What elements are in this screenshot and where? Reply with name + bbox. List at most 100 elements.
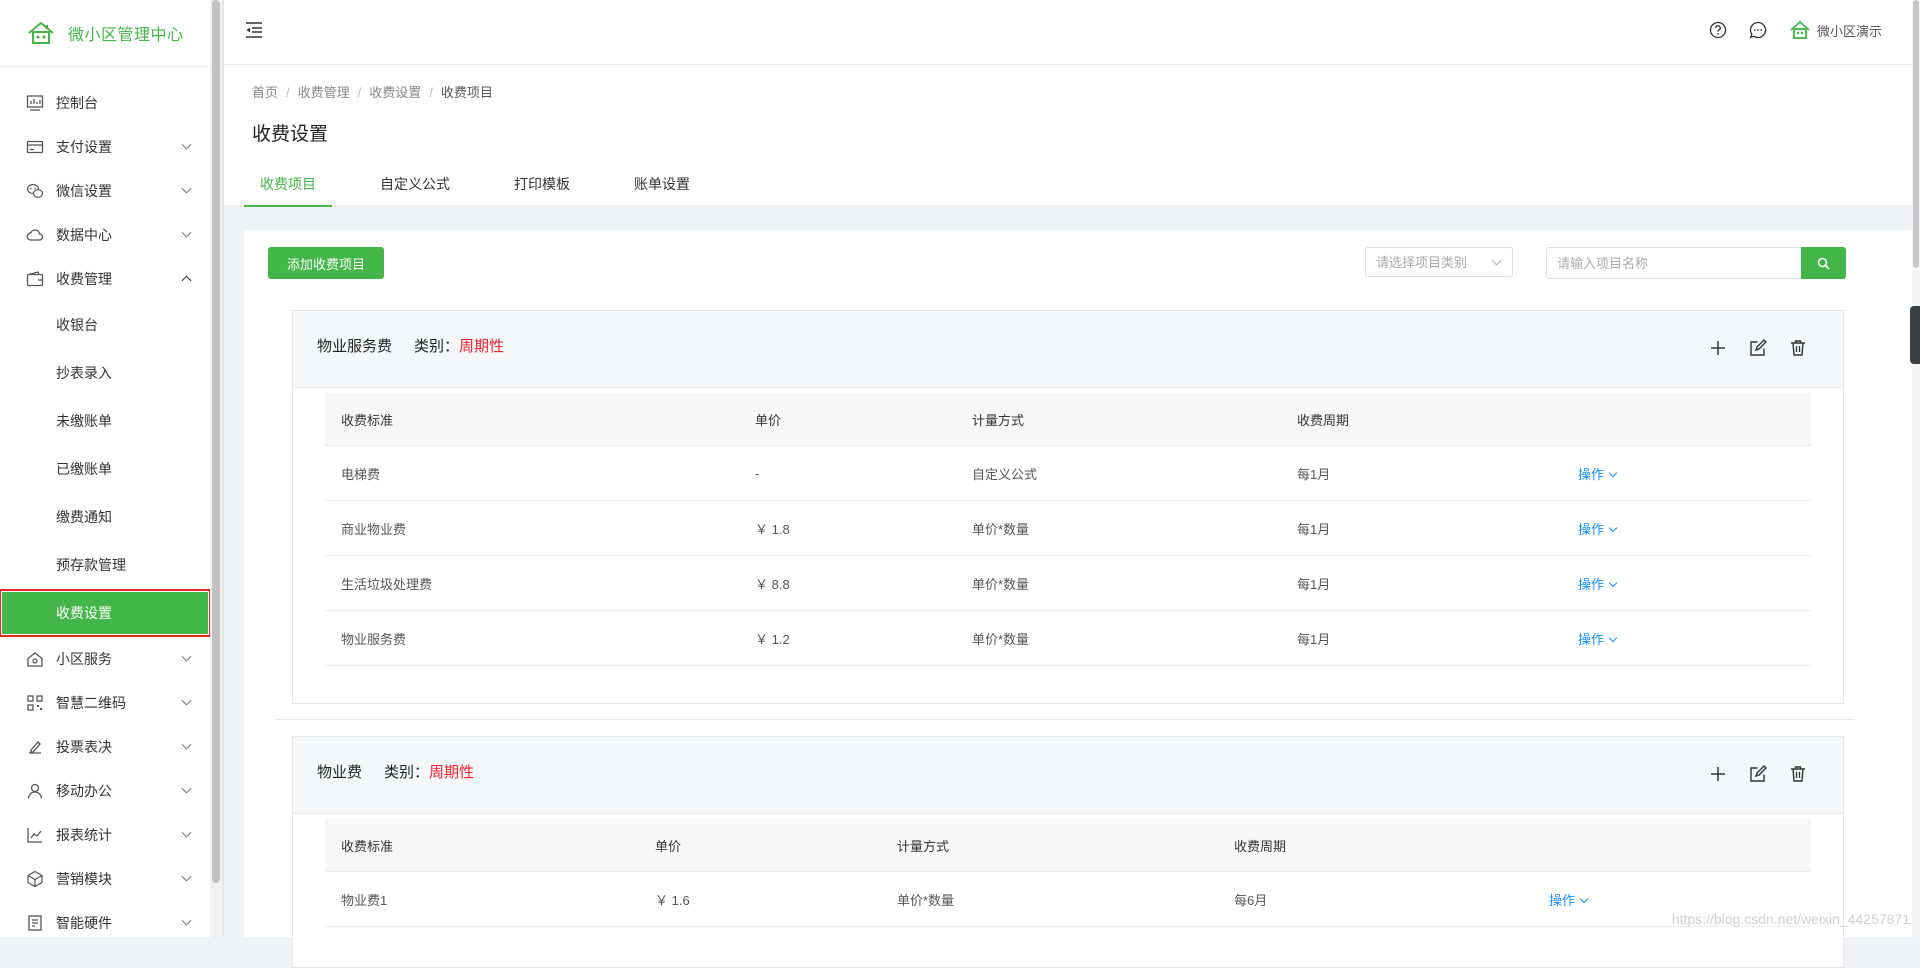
tab-print-template[interactable]: 打印模板 (498, 173, 586, 205)
sidebar-item-community-service[interactable]: 小区服务 (0, 637, 210, 681)
sidebar-menu: 控制台 支付设置 微信设置 数据中心 收费管理 收银台 抄表录入 未缴账单 已缴… (0, 81, 210, 937)
row-actions: 操作 (1562, 464, 1802, 483)
logo[interactable]: 微小区管理中心 (0, 0, 210, 67)
tab-bill-settings[interactable]: 账单设置 (618, 173, 706, 205)
sidebar-item-marketing[interactable]: 营销模块 (0, 857, 210, 901)
table-header-row: 收费标准 单价 计量方式 收费周期 (325, 819, 1811, 872)
scrollbar-thumb[interactable] (212, 0, 220, 883)
page-scrollbar[interactable] (1912, 0, 1920, 937)
submenu-item-payment-notice[interactable]: 缴费通知 (0, 493, 210, 541)
help-icon[interactable] (1709, 21, 1727, 39)
tab-fee-items[interactable]: 收费项目 (244, 173, 332, 207)
add-fee-item-button[interactable]: 添加收费项目 (268, 247, 384, 279)
cell-cycle: 每6月 (1234, 892, 1268, 908)
cloud-icon (26, 226, 44, 244)
fee-group-name: 物业服务费 (317, 338, 393, 355)
fee-group: 物业服务费 类别：周期性 收费标准 单价 计量方式 收费周期 电梯费 - 自定义公… (292, 310, 1844, 704)
sidebar-item-mobile-office[interactable]: 移动办公 (0, 769, 210, 813)
edit-icon[interactable] (1749, 765, 1767, 783)
cell-cycle: 每1月 (1297, 576, 1331, 592)
chevron-down-icon (181, 183, 192, 194)
cell-method: 自定义公式 (972, 466, 1038, 482)
operation-dropdown[interactable]: 操作 (1549, 893, 1589, 908)
operation-dropdown[interactable]: 操作 (1578, 631, 1618, 647)
sidebar: 微小区管理中心 控制台 支付设置 微信设置 数据中心 收费管理 收银台 抄表录入… (0, 0, 210, 937)
search-button[interactable] (1801, 247, 1846, 279)
operation-label: 操作 (1578, 576, 1605, 592)
sidebar-item-label: 投票表决 (56, 739, 112, 755)
fee-group-title: 物业服务费 类别：周期性 (317, 335, 504, 356)
cell-price: ￥ 8.8 (755, 576, 790, 592)
sidebar-item-payment-settings[interactable]: 支付设置 (0, 125, 210, 169)
operation-dropdown[interactable]: 操作 (1578, 576, 1618, 592)
submenu-item-cashier[interactable]: 收银台 (0, 301, 210, 349)
sidebar-item-label: 智慧二维码 (56, 695, 126, 711)
operation-label: 操作 (1578, 631, 1605, 647)
chevron-down-icon (181, 827, 192, 838)
breadcrumb-billing-settings[interactable]: 收费设置 (369, 85, 421, 100)
fee-group-name: 物业费 (317, 764, 363, 781)
submenu-item-paid-bills[interactable]: 已缴账单 (0, 445, 210, 493)
sidebar-item-dashboard[interactable]: 控制台 (0, 81, 210, 125)
column-header: 单价 (755, 412, 782, 428)
device-icon (26, 914, 44, 932)
cell-method: 单价*数量 (972, 576, 1030, 592)
chevron-down-icon (181, 651, 192, 662)
operation-dropdown[interactable]: 操作 (1578, 522, 1618, 537)
edit-icon[interactable] (1749, 339, 1767, 357)
cell-cycle: 每1月 (1297, 466, 1331, 482)
breadcrumb-billing-management[interactable]: 收费管理 (298, 85, 350, 100)
vote-icon (26, 738, 44, 756)
column-header: 计量方式 (972, 412, 1025, 428)
add-icon[interactable] (1709, 765, 1727, 783)
delete-icon[interactable] (1789, 765, 1807, 783)
add-icon[interactable] (1709, 339, 1727, 357)
submenu-item-billing-settings[interactable]: 收费设置 (0, 589, 210, 637)
submenu-label: 收银台 (56, 317, 98, 333)
chevron-down-icon (1608, 468, 1618, 477)
column-header: 计量方式 (897, 838, 950, 854)
column-header: 收费标准 (341, 838, 394, 854)
table-row: 电梯费 - 自定义公式 每1月 操作 (325, 446, 1811, 501)
sidebar-item-smart-hardware[interactable]: 智能硬件 (0, 901, 210, 937)
breadcrumb-home[interactable]: 首页 (252, 85, 278, 100)
fee-group-category: 类别：周期性 (414, 338, 504, 355)
submenu-item-meter-entry[interactable]: 抄表录入 (0, 349, 210, 397)
sidebar-item-reports[interactable]: 报表统计 (0, 813, 210, 857)
watermark: https://blog.csdn.net/weixin_44257871 (1671, 911, 1910, 927)
sidebar-item-voting[interactable]: 投票表决 (0, 725, 210, 769)
submenu-label: 收费设置 (56, 605, 112, 621)
operation-dropdown[interactable]: 操作 (1578, 467, 1618, 482)
cell-cycle: 每1月 (1297, 631, 1331, 647)
search-input[interactable] (1546, 247, 1801, 279)
user-menu[interactable]: 微小区演示 (1789, 20, 1882, 40)
row-actions: 操作 (1562, 629, 1802, 648)
sidebar-item-wechat-settings[interactable]: 微信设置 (0, 169, 210, 213)
scrollbar-thumb[interactable] (1913, 0, 1919, 268)
table-row: 生活垃圾处理费 ￥ 8.8 单价*数量 每1月 操作 (325, 556, 1811, 611)
side-widget-handle[interactable] (1910, 306, 1920, 364)
submenu-label: 已缴账单 (56, 461, 112, 477)
chevron-down-icon (181, 783, 192, 794)
menu-fold-icon[interactable] (244, 20, 264, 40)
tab-custom-formula[interactable]: 自定义公式 (364, 173, 466, 205)
chevron-down-icon (1608, 523, 1618, 532)
sidebar-item-smart-qrcode[interactable]: 智慧二维码 (0, 681, 210, 725)
sidebar-scrollbar[interactable] (210, 0, 222, 937)
sidebar-item-billing-management[interactable]: 收费管理 (0, 257, 210, 301)
sidebar-item-label: 智能硬件 (56, 915, 112, 931)
user-name: 微小区演示 (1816, 23, 1882, 39)
breadcrumb-separator: / (429, 85, 433, 100)
logo-icon (28, 21, 54, 44)
fee-group-actions (1687, 339, 1807, 357)
submenu-item-unpaid-bills[interactable]: 未缴账单 (0, 397, 210, 445)
sidebar-item-label: 数据中心 (56, 227, 112, 243)
message-icon[interactable] (1749, 21, 1767, 39)
chevron-down-icon (1491, 255, 1502, 266)
chevron-down-icon (1579, 894, 1589, 903)
sidebar-item-data-center[interactable]: 数据中心 (0, 213, 210, 257)
delete-icon[interactable] (1789, 339, 1807, 357)
submenu-item-deposit-management[interactable]: 预存款管理 (0, 541, 210, 589)
chevron-down-icon (1608, 578, 1618, 587)
category-select[interactable]: 请选择项目类别 (1365, 247, 1513, 277)
